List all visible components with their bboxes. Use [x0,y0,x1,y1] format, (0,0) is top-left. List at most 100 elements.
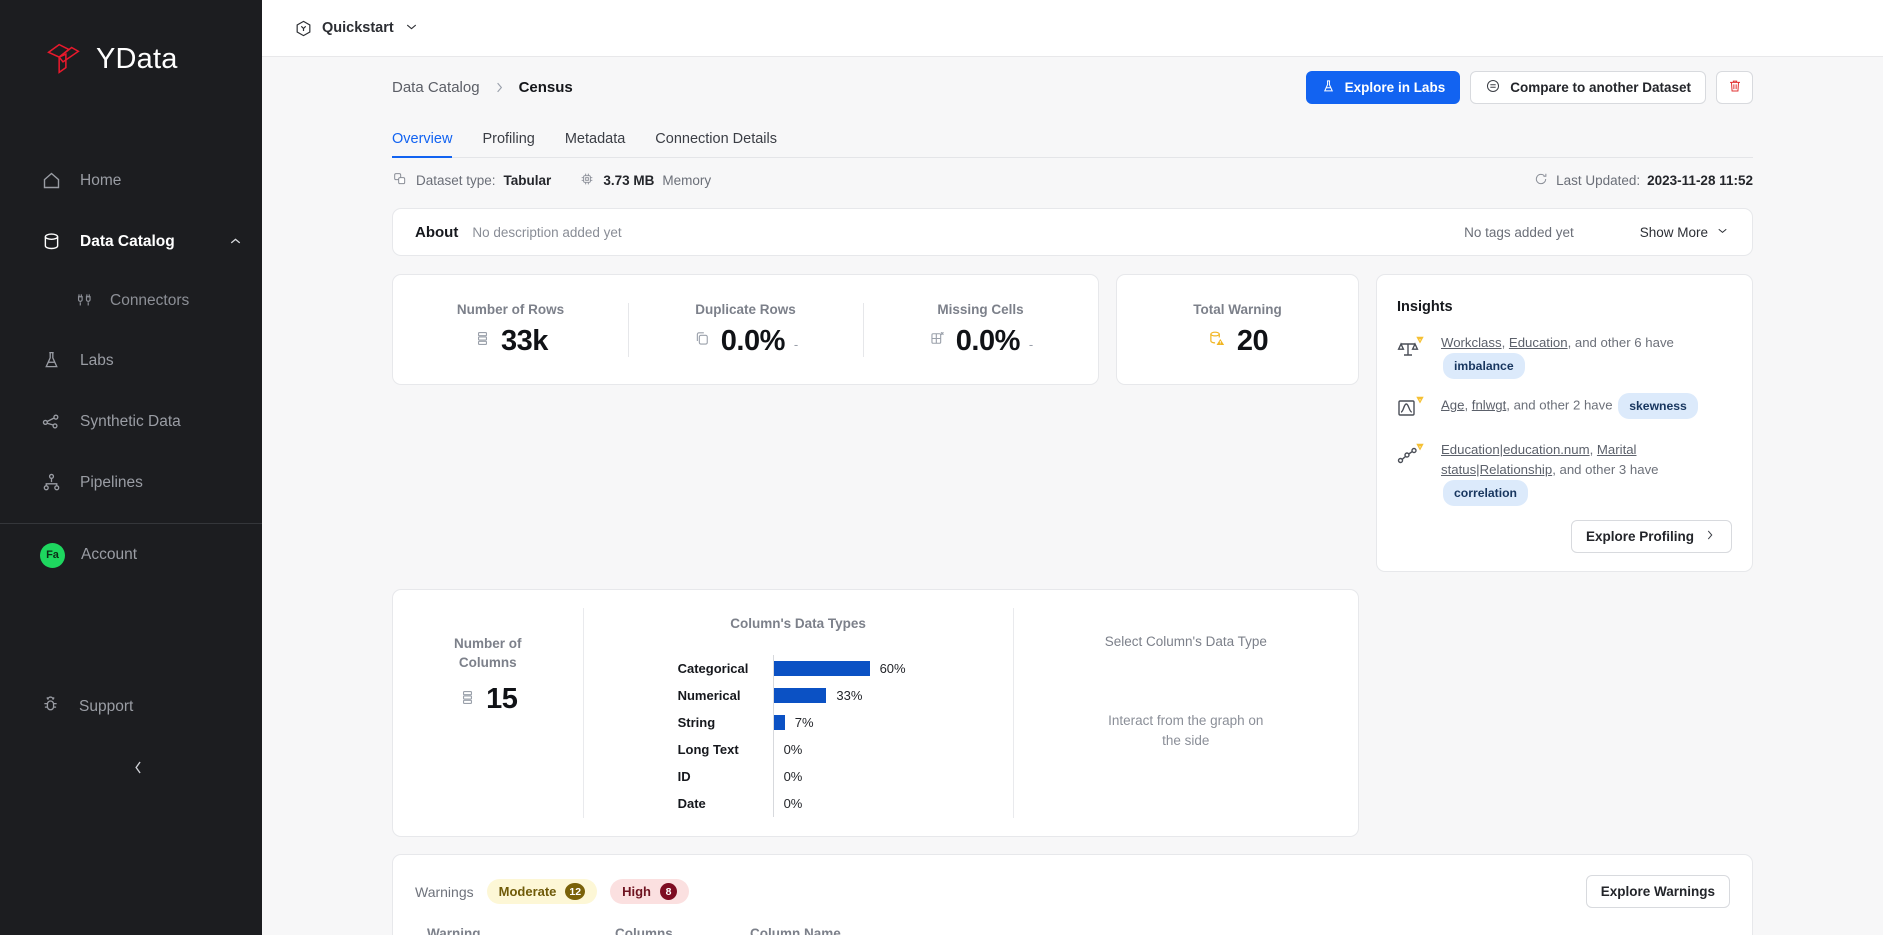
sidebar-item-home[interactable]: Home [0,150,262,211]
severity-high-badge[interactable]: High 8 [610,879,689,904]
sidebar-item-label: Home [80,171,122,189]
tab-overview[interactable]: Overview [392,131,453,158]
sidebar-item-label: Labs [80,351,114,369]
insight-pill[interactable]: correlation [1443,480,1528,506]
insight-text: Age, fnlwgt, and other 2 have skewness [1441,393,1700,419]
show-more-label: Show More [1639,224,1708,240]
bar-value-label: 60% [879,661,906,676]
bar-row[interactable]: ID 0% [678,763,1013,790]
pipelines-icon [40,472,62,494]
sidebar-item-label: Connectors [110,292,190,309]
column-types-row: Number of Columns 15 Column's Data Types… [392,589,1753,837]
dataset-type-value: Tabular [503,172,552,188]
insight-pill[interactable]: imbalance [1443,353,1525,379]
severity-count: 8 [660,883,677,900]
sidebar-item-pipelines[interactable]: Pipelines [0,452,262,513]
explore-profiling-button[interactable]: Explore Profiling [1570,520,1732,553]
bar-category-label: Date [677,796,706,811]
bar-row[interactable]: Numerical 33% [678,682,1013,709]
tab-profiling[interactable]: Profiling [482,131,534,157]
bar-row[interactable]: Date 0% [678,790,1013,817]
explore-in-labs-label: Explore in Labs [1344,80,1446,95]
account-label: Account [81,546,138,563]
sidebar-item-labs[interactable]: Labs [0,330,262,391]
bar-category-label: Categorical [677,661,749,676]
sidebar-item-support[interactable]: Support [0,694,133,720]
col-header-columns: Columns [615,926,673,935]
insight-pill[interactable]: skewness [1618,393,1698,419]
stat-label: Missing Cells [937,301,1024,317]
bar-value-label: 0% [783,769,803,784]
column-data-types-card: Number of Columns 15 Column's Data Types… [392,589,1359,837]
last-updated: Last Updated: 2023-11-28 11:52 [1533,171,1753,190]
collapse-sidebar-icon[interactable] [125,754,151,780]
total-warning-label: Total Warning [1193,301,1282,317]
bar-row[interactable]: String 7% [678,709,1013,736]
insight-link[interactable]: Age [1441,397,1464,412]
chart-title: Column's Data Types [730,616,866,631]
bar-value-label: 0% [783,742,803,757]
rows-icon [473,329,492,353]
chevron-down-icon[interactable] [403,18,420,39]
memory-value: 3.73 MB [603,172,655,188]
home-icon [40,170,62,192]
severity-moderate-badge[interactable]: Moderate 12 [486,879,598,904]
tab-metadata[interactable]: Metadata [565,131,625,157]
bar-track: 33% [772,682,1013,709]
avatar: Fa [40,542,65,568]
topbar: Quickstart [262,0,1883,57]
brand-logo[interactable]: YData [0,0,262,82]
sidebar-item-label: Pipelines [80,473,143,491]
compare-dataset-button[interactable]: Compare to another Dataset [1470,71,1706,104]
insight-text: Workclass, Education, and other 6 have i… [1441,333,1732,379]
page-title: Census [518,79,573,96]
workspace-label: Quickstart [322,20,394,36]
bar-row[interactable]: Long Text 0% [678,736,1013,763]
show-more-button[interactable]: Show More [1640,223,1730,241]
col-header-column-name: Column Name [750,926,841,935]
bar-track: 60% [772,655,1013,682]
bar-fill [773,715,785,730]
total-warning-value: 20 [1236,324,1269,357]
tab-connection-details[interactable]: Connection Details [655,131,777,157]
sidebar-nav: Home Data Catalog Connectors Labs Synthe… [0,150,262,513]
select-data-type-title: Select Column's Data Type [1104,634,1267,649]
sidebar-item-account[interactable]: Fa Account [0,524,262,586]
breadcrumb-parent[interactable]: Data Catalog [392,79,480,96]
bar-track: 0% [772,763,1013,790]
data-types-chart: Column's Data Types Categorical 60% Numeri… [584,590,1013,836]
about-description: No description added yet [472,224,622,240]
bar-row[interactable]: Categorical 60% [678,655,1013,682]
sidebar-item-synthetic-data[interactable]: Synthetic Data [0,391,262,452]
chevron-down-icon [1715,223,1730,241]
bar-category-label: ID [677,769,691,784]
insight-link[interactable]: Education [1509,335,1568,350]
insight-imbalance: Workclass, Education, and other 6 have i… [1397,333,1732,379]
support-label: Support [79,698,134,715]
insight-correlation: Education|education.num, Marital status|… [1397,440,1732,506]
insight-link[interactable]: Workclass [1441,335,1502,350]
sidebar-item-data-catalog[interactable]: Data Catalog [0,211,262,272]
bar-value-label: 7% [794,715,814,730]
flask-icon [40,350,62,372]
share-nodes-icon [40,411,62,433]
memory-label: Memory [662,172,712,188]
explore-in-labs-button[interactable]: Explore in Labs [1305,71,1461,104]
table-header-row: Warning Columns Column Name [415,926,1730,935]
insight-link[interactable]: Education|education.num [1441,442,1590,457]
bug-icon [40,694,61,720]
severity-name: Moderate [498,884,557,899]
ydata-logo-icon [40,36,86,82]
ncols-value: 15 [486,683,518,715]
delete-dataset-button[interactable] [1716,71,1753,104]
main-area: Quickstart Data Catalog Census Explore i… [262,0,1883,935]
insight-link[interactable]: fnlwgt [1472,397,1506,412]
workspace-selector[interactable]: Quickstart [294,18,420,39]
sidebar-item-connectors[interactable]: Connectors [0,272,262,330]
insight-middle: , and other 2 have [1506,397,1613,413]
duplicate-icon [693,329,712,353]
last-updated-value: 2023-11-28 11:52 [1647,172,1753,188]
explore-profiling-label: Explore Profiling [1585,529,1694,544]
explore-warnings-button[interactable]: Explore Warnings [1585,875,1730,908]
chevron-up-icon[interactable] [227,233,244,250]
